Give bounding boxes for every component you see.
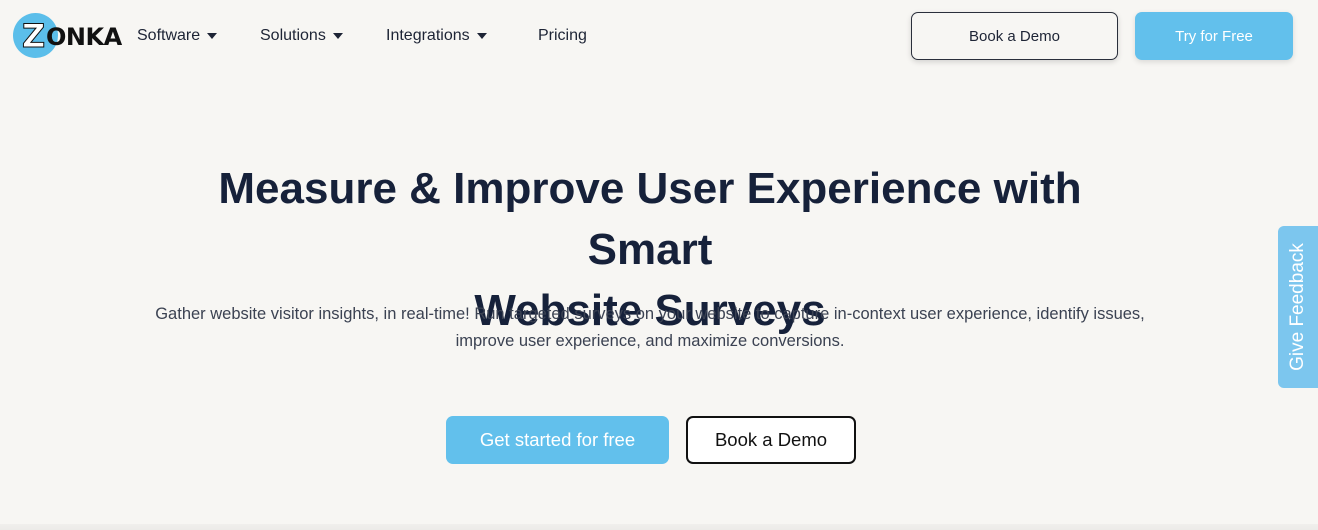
nav-label: Integrations [386,27,470,44]
nav-item-integrations[interactable]: Integrations [386,24,487,48]
give-feedback-label: Give Feedback [1287,243,1308,371]
nav-item-software[interactable]: Software [137,24,218,48]
nav-item-pricing[interactable]: Pricing [538,24,587,48]
logo-letter: Z [21,17,46,56]
hero-title-line1: Measure & Improve User Experience with S… [218,164,1082,274]
hero-subtitle-line2: improve user experience, and maximize co… [455,332,845,350]
give-feedback-tab[interactable]: Give Feedback [1278,226,1318,388]
nav-label: Pricing [538,27,587,44]
hero-subtitle: Gather website visitor insights, in real… [100,301,1200,355]
logo-text: ONKA [46,23,122,51]
nav-label: Solutions [260,27,326,44]
caret-down-icon [207,33,218,39]
hero-subtitle-line1: Gather website visitor insights, in real… [155,305,1145,323]
nav-label: Software [137,27,201,44]
nav-item-solutions[interactable]: Solutions [260,24,343,48]
caret-down-icon [476,33,487,39]
zonka-logo[interactable]: Z ONKA [13,13,122,59]
header-book-demo-button[interactable]: Book a Demo [911,12,1118,60]
get-started-button[interactable]: Get started for free [446,416,669,464]
site-header: Z ONKA Software Solutions Integrations P… [0,0,1318,72]
try-for-free-button[interactable]: Try for Free [1135,12,1293,60]
section-divider [0,524,1318,530]
hero-book-demo-button[interactable]: Book a Demo [686,416,856,464]
caret-down-icon [332,33,343,39]
